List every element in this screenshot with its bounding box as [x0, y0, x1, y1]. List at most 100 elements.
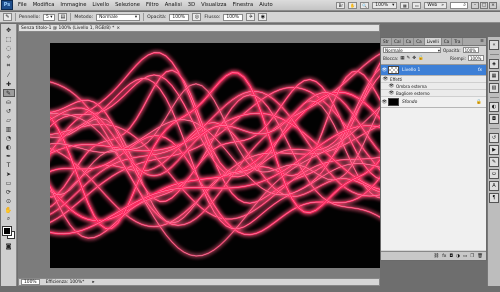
bridge-icon[interactable]: Br: [336, 1, 346, 9]
3d-orbit-tool-icon[interactable]: ⊙: [3, 197, 15, 205]
crop-tool-icon[interactable]: ⌗: [3, 62, 15, 70]
layer-blend-mode-select[interactable]: Normale ▾: [383, 47, 441, 53]
quick-select-tool-icon[interactable]: ✧: [3, 53, 15, 61]
eyedropper-tool-icon[interactable]: ⁄: [3, 71, 15, 79]
tab-ca-3[interactable]: Ca: [442, 38, 453, 45]
swatches-panel-icon[interactable]: ▦: [489, 71, 499, 81]
foreground-color-swatch[interactable]: [1, 226, 12, 236]
lasso-tool-icon[interactable]: ◌: [3, 44, 15, 52]
pen-tool-icon[interactable]: ✒: [3, 152, 15, 160]
document-tab[interactable]: Senza titolo-1 @ 100% (Livello 1, RGB/8)…: [18, 24, 380, 32]
menu-immagine[interactable]: Immagine: [57, 2, 89, 8]
expand-panels-icon[interactable]: «: [489, 40, 499, 50]
brushes-panel-icon[interactable]: ✎: [489, 157, 499, 167]
new-layer-icon[interactable]: ❐: [470, 254, 474, 259]
menu-visualizza[interactable]: Visualizza: [198, 2, 230, 8]
search-input[interactable]: ⌕: [450, 1, 468, 9]
blend-mode-select[interactable]: Normale ▾: [96, 13, 141, 21]
panel-menu-icon[interactable]: ≡: [478, 38, 486, 45]
grid-icon[interactable]: ▦: [400, 1, 410, 9]
tab-ca-1[interactable]: Ca: [404, 38, 415, 45]
dodge-tool-icon[interactable]: ◐: [3, 143, 15, 151]
layer-row-livello-1[interactable]: 👁 Livello 1 fx: [381, 65, 486, 76]
effect-visibility-eye-icon[interactable]: 👁: [387, 91, 396, 96]
menu-3d[interactable]: 3D: [185, 2, 198, 8]
close-document-icon[interactable]: ×: [116, 26, 120, 31]
pressure-size-icon[interactable]: ◉: [258, 13, 268, 21]
3d-rotate-tool-icon[interactable]: ⟳: [3, 188, 15, 196]
fx-icon[interactable]: fx: [478, 68, 482, 73]
hand-icon[interactable]: ✋: [348, 1, 358, 9]
lock-all-icon[interactable]: 🔒: [418, 56, 424, 61]
delete-layer-icon[interactable]: 🗑: [477, 254, 483, 259]
hand-tool-icon[interactable]: ✋: [3, 206, 15, 214]
visibility-eye-icon[interactable]: 👁: [381, 100, 388, 105]
tab-tra[interactable]: Tra: [452, 38, 464, 45]
fill-field[interactable]: 100%: [468, 55, 484, 61]
brush-tool-icon[interactable]: ✎: [2, 89, 15, 97]
history-panel-icon[interactable]: ↺: [489, 133, 499, 143]
path-select-tool-icon[interactable]: ➤: [3, 170, 15, 178]
brush-panel-icon[interactable]: ▤: [58, 13, 68, 21]
maximize-button[interactable]: □: [480, 1, 488, 9]
flow-field[interactable]: 100%: [223, 13, 244, 21]
close-button[interactable]: ×: [489, 1, 497, 9]
menu-livello[interactable]: Livello: [89, 2, 112, 8]
effects-row[interactable]: 👁 Effetti: [381, 76, 486, 83]
layer-row-sfondo[interactable]: 👁 Sfondo 🔒: [381, 97, 486, 108]
clone-source-panel-icon[interactable]: ⛀: [489, 169, 499, 179]
menu-analisi[interactable]: Analisi: [162, 2, 185, 8]
pressure-opacity-icon[interactable]: ◎: [192, 13, 202, 21]
airbrush-icon[interactable]: ✈: [246, 13, 256, 21]
brush-size-picker[interactable]: 5 ▾: [43, 13, 56, 21]
link-layers-icon[interactable]: ⛓: [434, 254, 440, 259]
clone-stamp-tool-icon[interactable]: ⛀: [3, 98, 15, 106]
actions-panel-icon[interactable]: ▶: [489, 145, 499, 155]
quick-mask-icon[interactable]: ◙: [3, 242, 15, 250]
menu-modifica[interactable]: Modifica: [30, 2, 58, 8]
eraser-tool-icon[interactable]: ▱: [3, 116, 15, 124]
character-panel-icon[interactable]: A: [489, 181, 499, 191]
color-panel-icon[interactable]: ◈: [489, 59, 499, 69]
effects-visibility-eye-icon[interactable]: 👁: [381, 77, 390, 82]
tab-cal[interactable]: Cal: [392, 38, 404, 45]
paragraph-panel-icon[interactable]: ¶: [489, 193, 499, 203]
lock-transparency-icon[interactable]: ▦: [400, 56, 404, 61]
status-arrow-icon[interactable]: ▸: [92, 280, 94, 285]
add-style-icon[interactable]: fx: [442, 254, 446, 259]
styles-panel-icon[interactable]: ▧: [489, 83, 499, 93]
new-group-icon[interactable]: ▭: [463, 254, 467, 259]
lock-pixels-icon[interactable]: ✎: [406, 56, 410, 61]
menu-finestra[interactable]: Finestra: [230, 2, 257, 8]
lock-position-icon[interactable]: ✥: [412, 56, 416, 61]
gradient-tool-icon[interactable]: ▥: [3, 125, 15, 133]
effect-visibility-eye-icon[interactable]: 👁: [387, 84, 396, 89]
blur-tool-icon[interactable]: ◔: [3, 134, 15, 142]
brush-tool-preset-icon[interactable]: ✎: [3, 13, 12, 21]
tab-str[interactable]: Str: [381, 38, 393, 45]
layer-opacity-field[interactable]: 100%: [462, 47, 479, 53]
workspace-switcher[interactable]: Web»: [424, 1, 447, 9]
effect-row-outer-glow[interactable]: 👁 Bagliore esterno: [381, 90, 486, 97]
status-zoom-field[interactable]: 100%: [21, 279, 40, 285]
marquee-tool-icon[interactable]: ⬚: [3, 35, 15, 43]
adjustments-panel-icon[interactable]: ◐: [489, 102, 499, 112]
shape-tool-icon[interactable]: ▭: [3, 179, 15, 187]
screen-mode-icon[interactable]: ▭: [412, 1, 422, 9]
menu-aiuto[interactable]: Aiuto: [256, 2, 276, 8]
type-tool-icon[interactable]: T: [3, 161, 15, 169]
menu-filtro[interactable]: Filtro: [143, 2, 162, 8]
history-brush-tool-icon[interactable]: ↺: [3, 107, 15, 115]
zoom-dropdown[interactable]: 100% ▾: [372, 1, 398, 9]
adjustment-layer-icon[interactable]: ◑: [456, 254, 460, 259]
effect-row-drop-shadow[interactable]: 👁 Ombra esterna: [381, 83, 486, 90]
add-mask-icon[interactable]: ◘: [449, 254, 453, 259]
zoom-icon[interactable]: 🔍: [360, 1, 370, 9]
move-tool-icon[interactable]: ✥: [3, 26, 15, 34]
color-swatches[interactable]: [1, 226, 15, 239]
tab-ca-2[interactable]: Ca: [414, 38, 425, 45]
zoom-tool-icon[interactable]: ⌕: [3, 215, 15, 223]
minimize-button[interactable]: –: [471, 1, 479, 9]
healing-tool-icon[interactable]: ✚: [3, 80, 15, 88]
visibility-eye-icon[interactable]: 👁: [381, 68, 388, 73]
